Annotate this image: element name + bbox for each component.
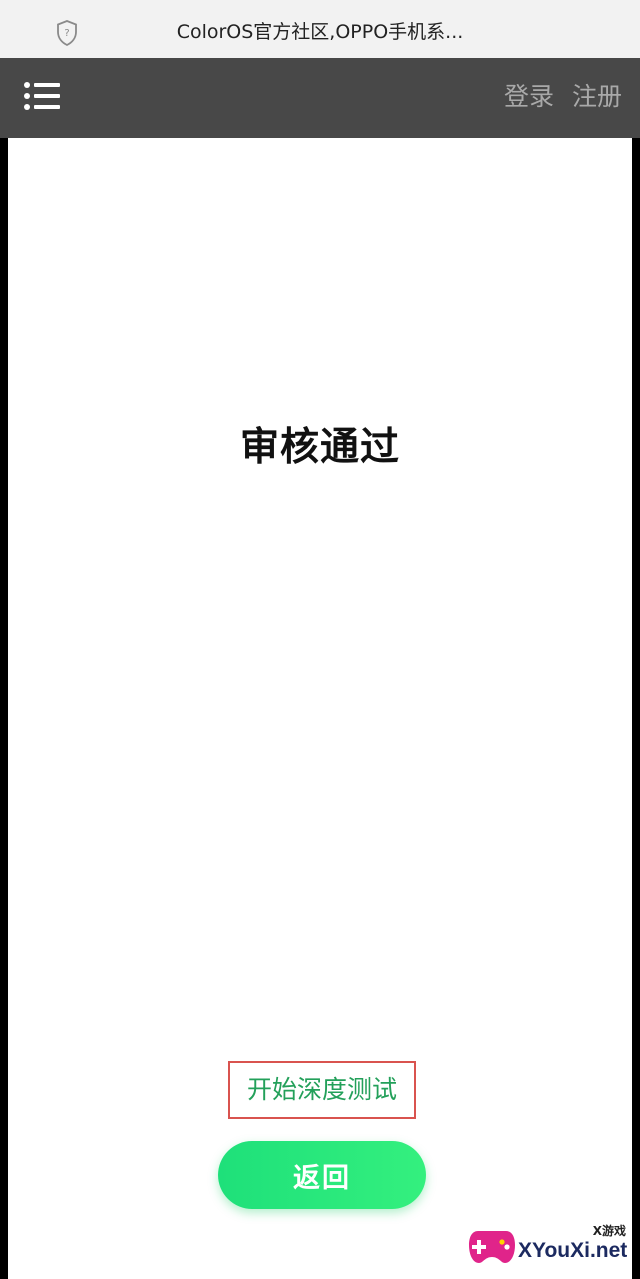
start-deep-test-link[interactable]: 开始深度测试: [228, 1061, 416, 1119]
svg-text:?: ?: [64, 28, 69, 39]
login-link[interactable]: 登录: [504, 80, 554, 114]
browser-top-bar: ? ColorOS官方社区,OPPO手机系...: [0, 0, 640, 58]
back-button[interactable]: 返回: [218, 1141, 426, 1209]
menu-icon[interactable]: [24, 82, 60, 110]
page-title[interactable]: ColorOS官方社区,OPPO手机系...: [100, 19, 540, 45]
gamepad-logo-icon: [469, 1231, 515, 1263]
watermark: X游戏 XYouXi.net: [460, 1185, 640, 1279]
shield-icon[interactable]: ?: [56, 20, 78, 46]
site-header: 登录 注册: [0, 58, 640, 138]
review-status-title: 审核通过: [239, 425, 400, 470]
main-content: 审核通过 开始深度测试 返回: [8, 138, 632, 1279]
header-links: 登录 注册: [504, 80, 622, 114]
register-link[interactable]: 注册: [572, 80, 622, 114]
watermark-domain: XYouXi.net: [518, 1239, 628, 1262]
